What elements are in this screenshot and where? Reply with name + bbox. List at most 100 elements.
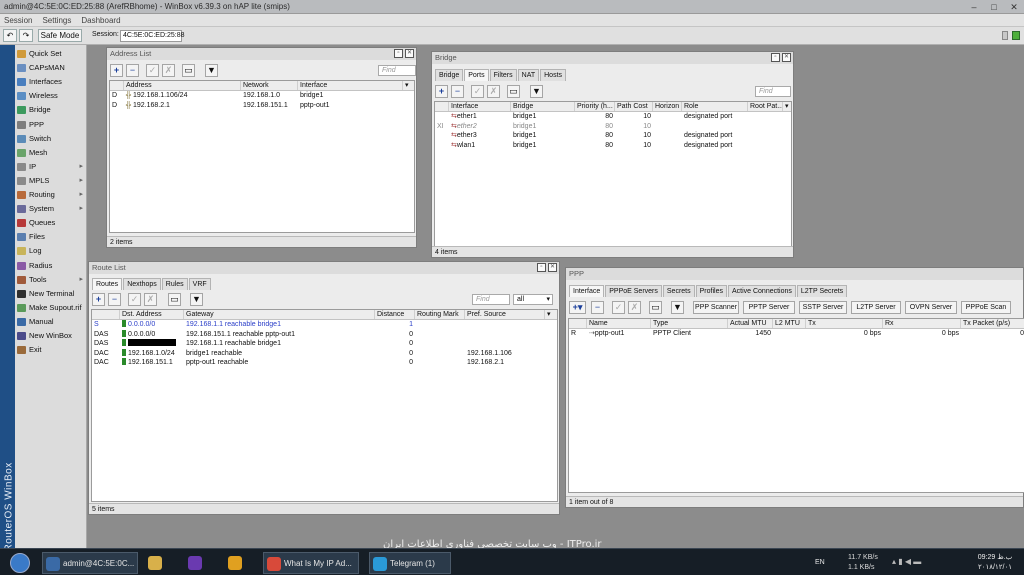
taskbar-item-winbox-app[interactable]: admin@4C:5E:0C... xyxy=(42,552,138,574)
sidebar-item-capsman[interactable]: CAPsMAN xyxy=(15,61,87,75)
table-row[interactable]: DAS 192.168.1.1 reachable bridge1 0 xyxy=(92,339,557,349)
sstp-server-button[interactable]: SSTP Server xyxy=(799,301,847,314)
col-actual-mtu[interactable]: Actual MTU xyxy=(728,319,773,328)
col-address[interactable]: Address xyxy=(124,81,241,90)
close-icon[interactable]: ✕ xyxy=(1004,0,1024,14)
disable-icon[interactable]: ✗ xyxy=(628,301,641,314)
col-tx[interactable]: Tx xyxy=(806,319,883,328)
col-interface[interactable]: Interface xyxy=(298,81,403,90)
table-row[interactable]: XI ⇆ether2 bridge1 80 10 xyxy=(435,122,791,132)
sidebar-item-switch[interactable]: Switch xyxy=(15,132,87,146)
tray-icons[interactable]: ▴ ▮ ◀ ▬ xyxy=(892,557,964,566)
sidebar-item-make-supout-rif[interactable]: Make Supout.rif xyxy=(15,301,87,315)
col-l2-mtu[interactable]: L2 MTU xyxy=(773,319,806,328)
table-row[interactable]: D ╬ 192.168.1.106/24 192.168.1.0 bridge1 xyxy=(110,91,414,101)
pptp-server-button[interactable]: PPTP Server xyxy=(743,301,795,314)
close-icon[interactable]: ✕ xyxy=(782,53,791,62)
tab-pppoe-servers[interactable]: PPPoE Servers xyxy=(605,285,662,297)
close-icon[interactable]: ✕ xyxy=(548,263,557,272)
tab-bridge[interactable]: Bridge xyxy=(435,69,464,81)
table-row[interactable]: ⇆ether1 bridge1 80 10 designated port xyxy=(435,112,791,122)
col-path-cost[interactable]: Path Cost xyxy=(615,102,653,111)
restore-icon[interactable]: ▫ xyxy=(537,263,546,272)
disable-icon[interactable]: ✗ xyxy=(144,293,157,306)
sidebar-item-quick-set[interactable]: Quick Set xyxy=(15,47,87,61)
col-network[interactable]: Network xyxy=(241,81,298,90)
tab-profiles[interactable]: Profiles xyxy=(695,285,727,297)
tab-vrf[interactable]: VRF xyxy=(188,278,211,290)
close-icon[interactable]: ✕ xyxy=(405,49,414,58)
remove-icon[interactable]: − xyxy=(108,293,121,306)
sidebar-item-new-terminal[interactable]: New Terminal xyxy=(15,287,87,301)
table-row[interactable]: D ╬ 192.168.2.1 192.168.151.1 pptp-out1 xyxy=(110,101,414,111)
col-root-path[interactable]: Root Pat... xyxy=(748,102,783,111)
column-menu-icon[interactable]: ▾ xyxy=(403,81,414,90)
taskbar-item-folder[interactable] xyxy=(148,552,174,574)
taskbar-item-visual-studio[interactable] xyxy=(188,552,214,574)
col-dst-address[interactable]: Dst. Address xyxy=(120,310,184,319)
enable-icon[interactable]: ✓ xyxy=(471,85,484,98)
table-row[interactable]: DAS 0.0.0.0/0 192.168.151.1 reachable pptp… xyxy=(92,329,557,340)
hide-passwords-icon[interactable] xyxy=(1002,31,1008,40)
add-icon[interactable]: + xyxy=(92,293,105,306)
tab-secrets[interactable]: Secrets xyxy=(662,285,695,297)
ppp-scanner-button[interactable]: PPP Scanner xyxy=(693,301,739,314)
tab-routes[interactable]: Routes xyxy=(92,278,123,290)
filter-select[interactable]: all ▾ xyxy=(513,294,553,305)
table-row[interactable]: ⇆ether3 bridge1 80 10 designated port xyxy=(435,131,791,141)
pppoe-scan-button[interactable]: PPPoE Scan xyxy=(961,301,1011,314)
tab-hosts[interactable]: Hosts xyxy=(540,69,567,81)
col-tx-packet[interactable]: Tx Packet (p/s) xyxy=(961,319,1024,328)
col-distance[interactable]: Distance xyxy=(375,310,415,319)
add-dropdown-icon[interactable]: +▾ xyxy=(569,301,586,314)
safe-mode-button[interactable]: Safe Mode xyxy=(38,29,82,42)
sidebar-item-wireless[interactable]: Wireless xyxy=(15,89,87,103)
col-gateway[interactable]: Gateway xyxy=(184,310,375,319)
find-field[interactable]: Find xyxy=(755,86,791,97)
sidebar-item-interfaces[interactable]: Interfaces xyxy=(15,75,87,89)
column-menu-icon[interactable]: ▾ xyxy=(545,310,557,319)
col-horizon[interactable]: Horizon xyxy=(653,102,682,111)
col-type[interactable]: Type xyxy=(651,319,728,328)
table-row[interactable]: DAC 192.168.1.0/24 bridge1 reachable 0 192.1… xyxy=(92,348,557,359)
comment-icon[interactable]: ▭ xyxy=(507,85,520,98)
tab-interface[interactable]: Interface xyxy=(569,285,605,297)
filter-icon[interactable]: ▼ xyxy=(190,293,203,306)
menu-dashboard[interactable]: Dashboard xyxy=(81,14,120,26)
table-row[interactable]: ⇆wlan1 bridge1 80 10 designated port xyxy=(435,141,791,151)
ovpn-server-button[interactable]: OVPN Server xyxy=(905,301,957,314)
restore-icon[interactable]: ▫ xyxy=(394,49,403,58)
filter-icon[interactable]: ▼ xyxy=(205,64,218,77)
remove-icon[interactable]: − xyxy=(591,301,604,314)
restore-icon[interactable]: ▫ xyxy=(771,53,780,62)
table-row[interactable]: R ⇢pptp-out1 PPTP Client 1450 0 bps 0 bps 0 xyxy=(569,329,1024,339)
tab-nat[interactable]: NAT xyxy=(517,69,540,81)
col-pref-source[interactable]: Pref. Source xyxy=(465,310,545,319)
tab-active-connections[interactable]: Active Connections xyxy=(727,285,796,297)
sidebar-item-files[interactable]: Files xyxy=(15,230,87,244)
maximize-icon[interactable]: □ xyxy=(984,0,1004,14)
tab-ports[interactable]: Ports xyxy=(464,69,489,81)
sidebar-item-log[interactable]: Log xyxy=(15,244,87,258)
col-rx[interactable]: Rx xyxy=(883,319,961,328)
comment-icon[interactable]: ▭ xyxy=(168,293,181,306)
tab-filters[interactable]: Filters xyxy=(489,69,517,81)
undo-icon[interactable]: ↶ xyxy=(3,29,17,42)
table-row[interactable]: DAC 192.168.151.1 pptp-out1 reachable 0 192.… xyxy=(92,358,557,368)
minimize-icon[interactable]: – xyxy=(964,0,984,14)
menu-session[interactable]: Session xyxy=(4,14,32,26)
enable-icon[interactable]: ✓ xyxy=(612,301,625,314)
col-routing-mark[interactable]: Routing Mark xyxy=(415,310,465,319)
sidebar-item-system[interactable]: System ▸ xyxy=(15,202,87,216)
sidebar-item-radius[interactable]: Radius xyxy=(15,259,87,273)
disable-icon[interactable]: ✗ xyxy=(487,85,500,98)
find-field[interactable]: Find xyxy=(378,65,416,76)
menu-settings[interactable]: Settings xyxy=(42,14,71,26)
enable-icon[interactable]: ✓ xyxy=(146,64,159,77)
sidebar-item-tools[interactable]: Tools ▸ xyxy=(15,273,87,287)
tab-rules[interactable]: Rules xyxy=(161,278,188,290)
sidebar-item-mesh[interactable]: Mesh xyxy=(15,146,87,160)
clock[interactable]: 09:29 ب.ظ ۲۰۱۸/۱۲/۰۱ xyxy=(970,553,1020,573)
sidebar-item-bridge[interactable]: Bridge xyxy=(15,103,87,117)
sidebar-item-manual[interactable]: Manual xyxy=(15,315,87,329)
